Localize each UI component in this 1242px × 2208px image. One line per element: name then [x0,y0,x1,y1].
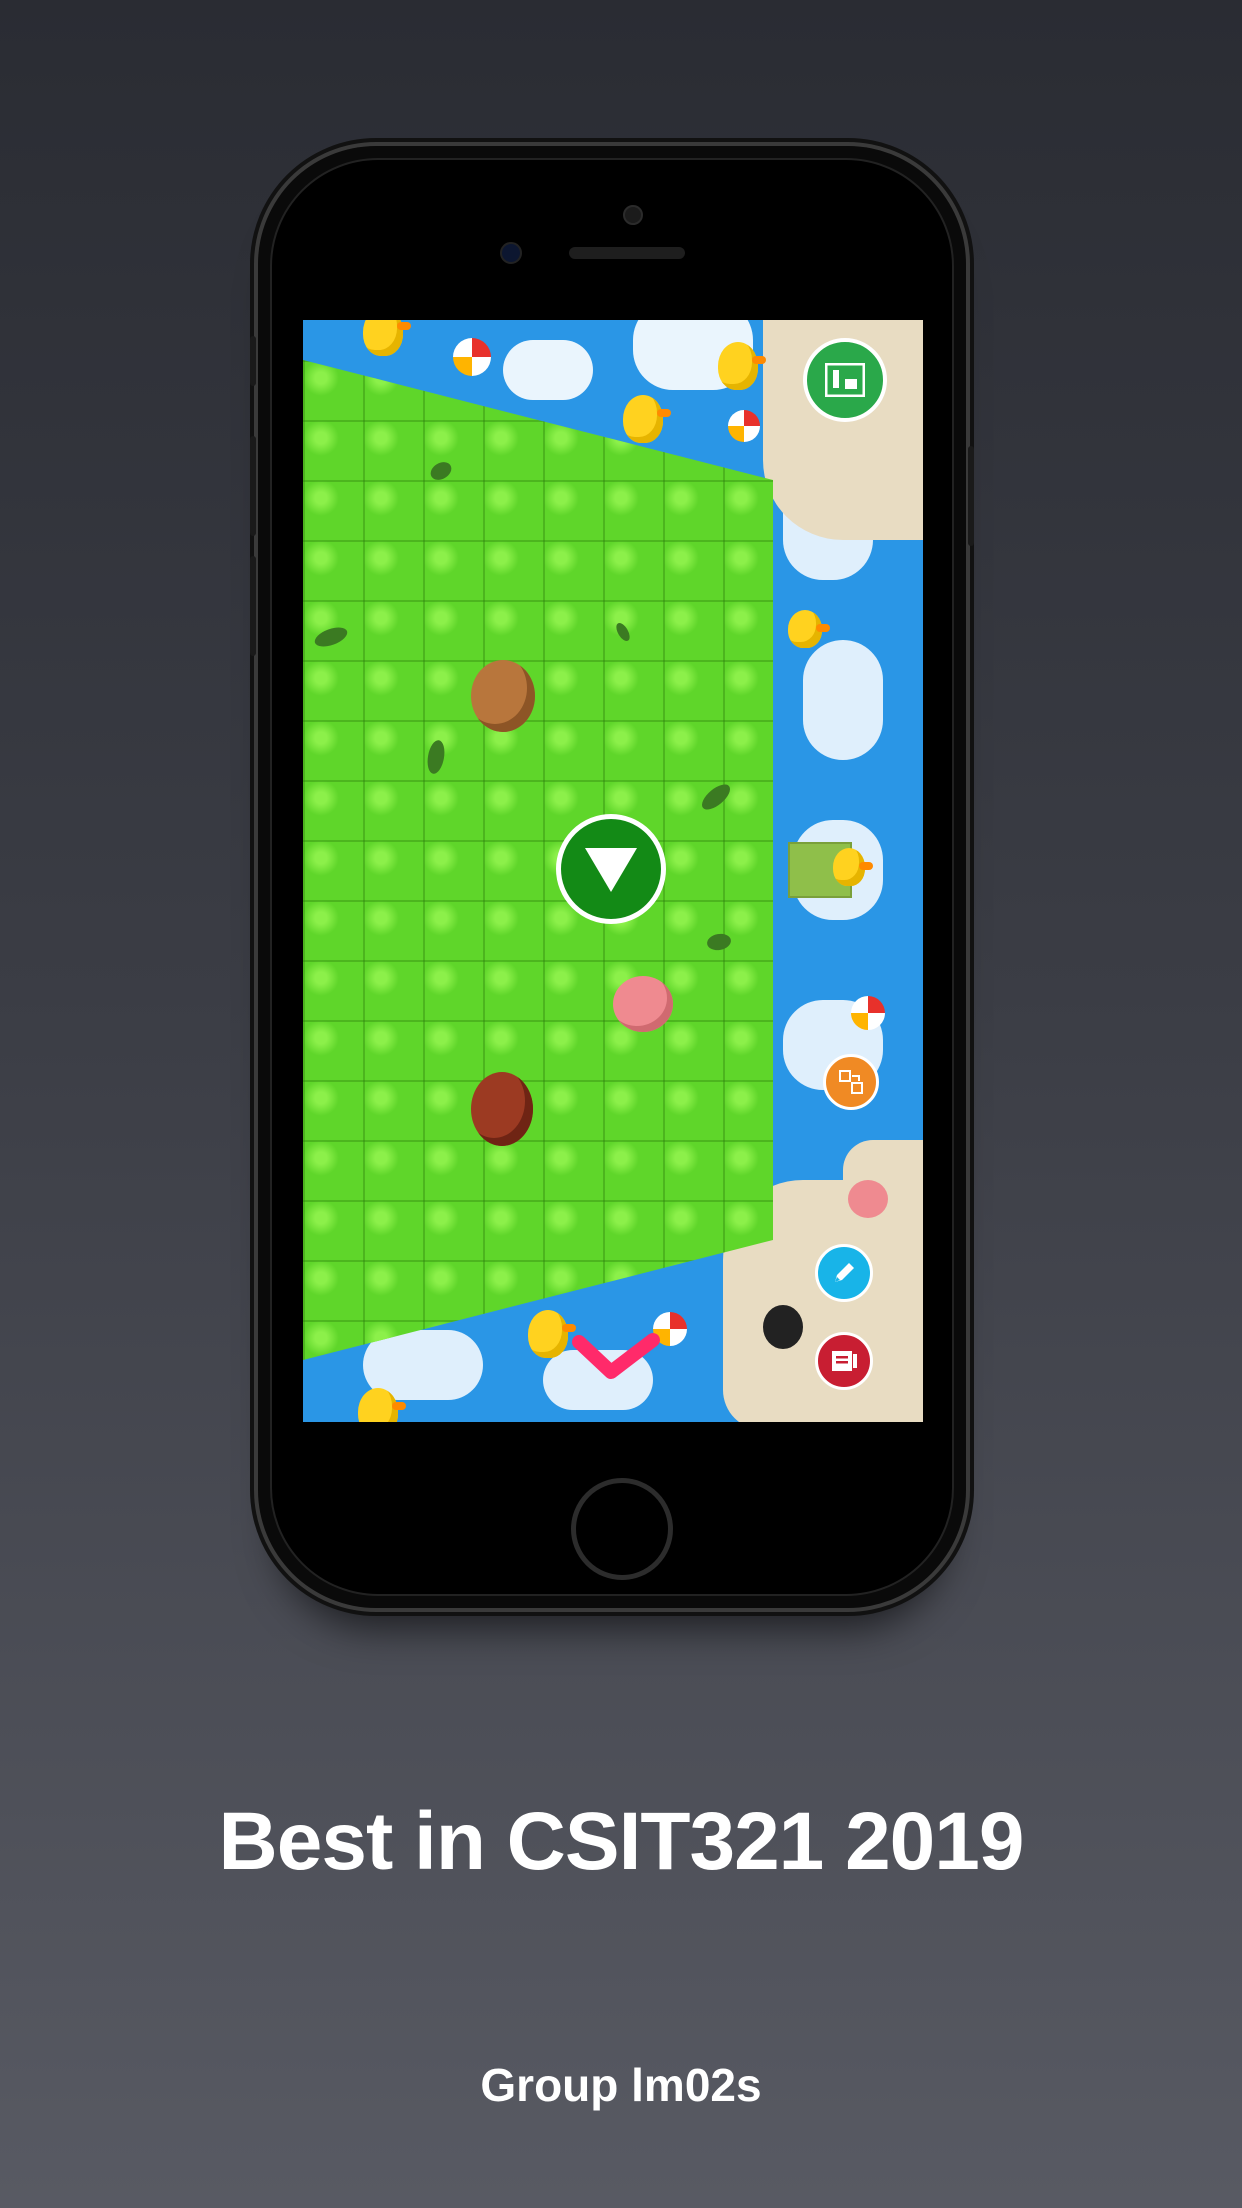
down-triangle-icon [585,848,637,892]
mole[interactable] [763,1305,803,1349]
home-button[interactable] [571,1478,673,1580]
speaker-grille [569,247,685,259]
front-camera-icon [500,242,522,264]
camera-icon [623,205,643,225]
water-stone [503,340,593,400]
beetle[interactable] [471,1072,533,1146]
list-button[interactable] [815,1332,873,1390]
pig[interactable] [848,1180,888,1218]
puzzle-button[interactable] [823,1054,879,1110]
beach-ball [453,338,491,376]
map-icon [825,363,865,397]
beach-ball [851,996,885,1030]
rubber-duck [788,610,830,648]
mute-switch [250,336,256,386]
game-screen [303,320,923,1422]
subtitle: Group lm02s [480,2059,762,2111]
play-button[interactable] [556,814,666,924]
volume-up-button [250,436,256,536]
rubber-duck [623,395,671,443]
map-button[interactable] [803,338,887,422]
rubber-duck [528,1310,576,1358]
puzzle-icon [839,1070,863,1094]
beach-ball [728,410,760,442]
water-stone [803,640,883,760]
armadillo[interactable] [471,660,535,732]
pig[interactable] [613,976,673,1032]
pencil-icon [835,1263,854,1282]
list-icon [832,1351,857,1371]
rubber-duck [833,848,873,886]
headline: Best in CSIT321 2019 [218,1796,1025,1887]
chevron-down-icon[interactable] [571,1332,661,1382]
grass-board[interactable] [303,360,773,1360]
power-button [968,446,974,546]
pencil-button[interactable] [815,1244,873,1302]
rubber-duck [718,342,766,390]
volume-down-button [250,556,256,656]
rubber-duck [363,320,411,356]
